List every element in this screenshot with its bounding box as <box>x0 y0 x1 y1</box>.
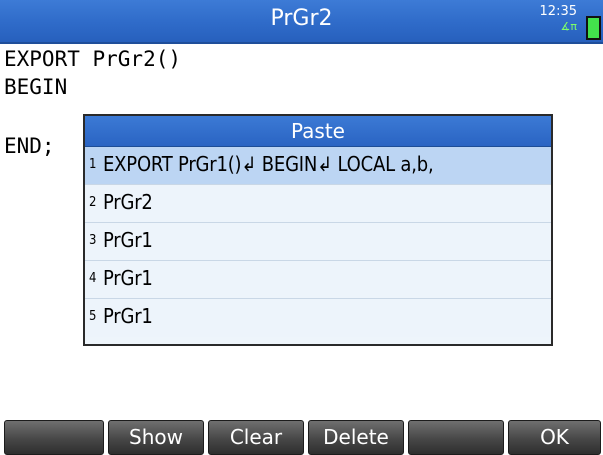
clock-time: 12:35 <box>539 4 577 19</box>
paste-item-text: PrGr1 <box>103 304 153 328</box>
paste-item-1[interactable]: 1 EXPORT PrGr1()↲ BEGIN↲ LOCAL a,b, <box>85 147 551 185</box>
battery-icon <box>586 16 601 40</box>
paste-item-number: 1 <box>89 157 97 172</box>
code-line-export[interactable]: EXPORT PrGr2() <box>4 47 181 71</box>
softkey-clear[interactable]: Clear <box>208 420 304 455</box>
paste-item-number: 2 <box>89 195 97 210</box>
paste-dialog: Paste 1 EXPORT PrGr1()↲ BEGIN↲ LOCAL a,b… <box>83 114 553 346</box>
paste-item-text: PrGr2 <box>103 190 153 214</box>
paste-item-number: 5 <box>89 309 97 324</box>
paste-dialog-title: Paste <box>85 116 551 147</box>
softkey-5-blank[interactable] <box>408 420 504 455</box>
app-title: PrGr2 <box>270 6 333 31</box>
paste-item-number: 3 <box>89 233 97 248</box>
paste-item-3[interactable]: 3 PrGr1 <box>85 223 551 261</box>
paste-item-text: PrGr1 <box>103 266 153 290</box>
softkey-delete[interactable]: Delete <box>308 420 404 455</box>
softkey-1-blank[interactable] <box>4 420 104 455</box>
softkey-bar: Show Clear Delete OK <box>0 420 603 455</box>
code-line-begin[interactable]: BEGIN <box>4 75 67 99</box>
paste-item-text: PrGr1 <box>103 228 153 252</box>
paste-item-text: EXPORT PrGr1()↲ BEGIN↲ LOCAL a,b, <box>103 152 434 176</box>
code-line-end[interactable]: END; <box>4 134 55 158</box>
angle-mode-indicator: ∡π <box>560 20 577 33</box>
softkey-ok[interactable]: OK <box>508 420 601 455</box>
softkey-show[interactable]: Show <box>108 420 204 455</box>
paste-item-number: 4 <box>89 271 97 286</box>
paste-item-5[interactable]: 5 PrGr1 <box>85 299 551 337</box>
paste-item-2[interactable]: 2 PrGr2 <box>85 185 551 223</box>
paste-item-4[interactable]: 4 PrGr1 <box>85 261 551 299</box>
title-bar: PrGr2 12:35 ∡π <box>0 0 603 44</box>
